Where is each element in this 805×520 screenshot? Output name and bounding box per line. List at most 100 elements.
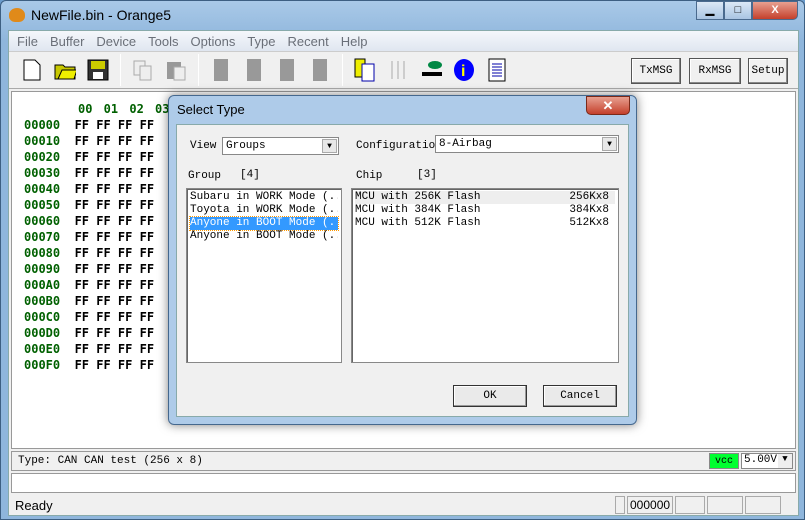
chip-list[interactable]: MCU with 256K Flash 256Kx8 MCU with 384K F… [351, 188, 619, 363]
chip-icon[interactable] [243, 58, 265, 82]
info-icon[interactable]: i [453, 58, 475, 82]
config-value: 8-Airbag [439, 138, 492, 150]
new-file-icon[interactable] [21, 58, 43, 82]
status-pane [745, 496, 781, 514]
hex-row[interactable]: 000B0 FF FF FF FF [24, 294, 154, 308]
hex-row[interactable]: 000C0 FF FF FF FF [24, 310, 154, 324]
hex-row[interactable]: 00080 FF FF FF FF [24, 246, 154, 260]
cancel-button[interactable]: Cancel [543, 385, 617, 407]
dialog-close-button[interactable]: ✕ [586, 96, 630, 115]
hex-column-header: 00 01 02 03 [78, 102, 170, 116]
dialog-title: Select Type [177, 102, 245, 117]
status-text: Ready [15, 498, 53, 513]
open-folder-icon[interactable] [54, 58, 76, 82]
voltage-select[interactable]: 5.00V ▼ [741, 453, 793, 469]
hex-row[interactable]: 00070 FF FF FF FF [24, 230, 154, 244]
status-address: 000000 [627, 496, 673, 514]
hex-bytes: FF FF FF FF [74, 262, 155, 276]
save-disk-icon[interactable] [87, 58, 109, 82]
status-pane [615, 496, 625, 514]
hex-bytes: FF FF FF FF [74, 230, 155, 244]
group-label: Group [188, 170, 222, 182]
group-item[interactable]: Anyone in BOOT Mode (... [190, 230, 338, 243]
hex-row[interactable]: 00060 FF FF FF FF [24, 214, 154, 228]
hex-row[interactable]: 00050 FF FF FF FF [24, 198, 154, 212]
type-info-bar: Type: CAN CAN test (256 x 8) vcc 5.00V ▼ [11, 451, 796, 471]
hex-bytes: FF FF FF FF [74, 198, 155, 212]
view-select[interactable]: Groups ▼ [222, 137, 339, 155]
hex-bytes: FF FF FF FF [74, 310, 155, 324]
notepad-icon[interactable] [486, 58, 508, 82]
hex-row[interactable]: 00040 FF FF FF FF [24, 182, 154, 196]
menu-file[interactable]: File [11, 31, 44, 51]
txmsg-button[interactable]: TxMSG [631, 58, 681, 84]
hex-row[interactable]: 00010 FF FF FF FF [24, 134, 154, 148]
group-item[interactable]: Subaru in WORK Mode (... [190, 191, 338, 204]
hex-row[interactable]: 000E0 FF FF FF FF [24, 342, 154, 356]
paste-icon[interactable] [165, 58, 187, 82]
hex-bytes: FF FF FF FF [74, 294, 155, 308]
chip-name: MCU with 384K Flash [355, 204, 481, 216]
config-select[interactable]: 8-Airbag ▼ [435, 135, 619, 153]
hex-bytes: FF FF FF FF [74, 150, 155, 164]
group-item[interactable]: Toyota in WORK Mode (... [190, 204, 338, 217]
chip-size: 512Kx8 [569, 217, 609, 229]
chip-size: 256Kx8 [569, 191, 609, 203]
chevron-down-icon[interactable]: ▼ [602, 137, 617, 151]
hex-row[interactable]: 00000 FF FF FF FF [24, 118, 154, 132]
copy-icon[interactable] [132, 58, 154, 82]
chip-icon[interactable] [276, 58, 298, 82]
group-list[interactable]: Subaru in WORK Mode (... Toyota in WORK M… [186, 188, 342, 363]
group-item[interactable]: Anyone in BOOT Mode (... [189, 216, 339, 231]
hex-row[interactable]: 000A0 FF FF FF FF [24, 278, 154, 292]
close-button[interactable]: X [752, 1, 798, 20]
adjust-sliders-icon[interactable] [387, 58, 409, 82]
menu-recent[interactable]: Recent [282, 31, 335, 51]
menu-help[interactable]: Help [335, 31, 374, 51]
rxmsg-button[interactable]: RxMSG [689, 58, 741, 84]
chevron-down-icon[interactable]: ▼ [322, 139, 337, 153]
hex-row[interactable]: 000D0 FF FF FF FF [24, 326, 154, 340]
hex-bytes: FF FF FF FF [74, 214, 155, 228]
app-icon [9, 8, 25, 22]
menu-bar: File Buffer Device Tools Options Type Recent He… [9, 31, 798, 51]
chip-item[interactable]: MCU with 256K Flash 256Kx8 [355, 191, 615, 204]
voltage-value: 5.00V [744, 454, 778, 466]
chip-item[interactable]: MCU with 512K Flash 512Kx8 [355, 217, 615, 230]
chip-size: 384Kx8 [569, 204, 609, 216]
setup-button[interactable]: Setup [748, 58, 788, 84]
menu-options[interactable]: Options [185, 31, 242, 51]
log-area[interactable] [11, 473, 796, 493]
device-config-icon[interactable] [354, 58, 376, 82]
hex-bytes: FF FF FF FF [74, 342, 155, 356]
hex-address: 00030 [24, 166, 61, 180]
menu-buffer[interactable]: Buffer [44, 31, 90, 51]
hex-row[interactable]: 00030 FF FF FF FF [24, 166, 154, 180]
menu-tools[interactable]: Tools [142, 31, 184, 51]
hex-row[interactable]: 000F0 FF FF FF FF [24, 358, 154, 372]
maximize-button[interactable]: □ [724, 1, 752, 20]
vcc-indicator: vcc [709, 453, 739, 469]
hex-address: 000B0 [24, 294, 61, 308]
minimize-button[interactable]: ▁ [696, 1, 724, 20]
tools-icon[interactable] [420, 58, 442, 82]
hex-row[interactable]: 00020 FF FF FF FF [24, 150, 154, 164]
menu-type[interactable]: Type [241, 31, 281, 51]
hex-address: 000D0 [24, 326, 61, 340]
chip-name: MCU with 512K Flash [355, 217, 481, 229]
status-pane [675, 496, 705, 514]
hex-bytes: FF FF FF FF [74, 326, 155, 340]
chevron-down-icon[interactable]: ▼ [778, 454, 792, 468]
hex-row[interactable]: 00090 FF FF FF FF [24, 262, 154, 276]
chip-item[interactable]: MCU with 384K Flash 384Kx8 [355, 204, 615, 217]
menu-device[interactable]: Device [90, 31, 142, 51]
hex-address: 000E0 [24, 342, 61, 356]
hex-address: 00020 [24, 150, 61, 164]
ok-button[interactable]: OK [453, 385, 527, 407]
svg-text:i: i [461, 63, 465, 80]
chip-icon[interactable] [210, 58, 232, 82]
chip-icon[interactable] [309, 58, 331, 82]
chip-count: [3] [417, 169, 437, 181]
hex-address: 00060 [24, 214, 61, 228]
config-label: Configuratio [356, 140, 436, 152]
